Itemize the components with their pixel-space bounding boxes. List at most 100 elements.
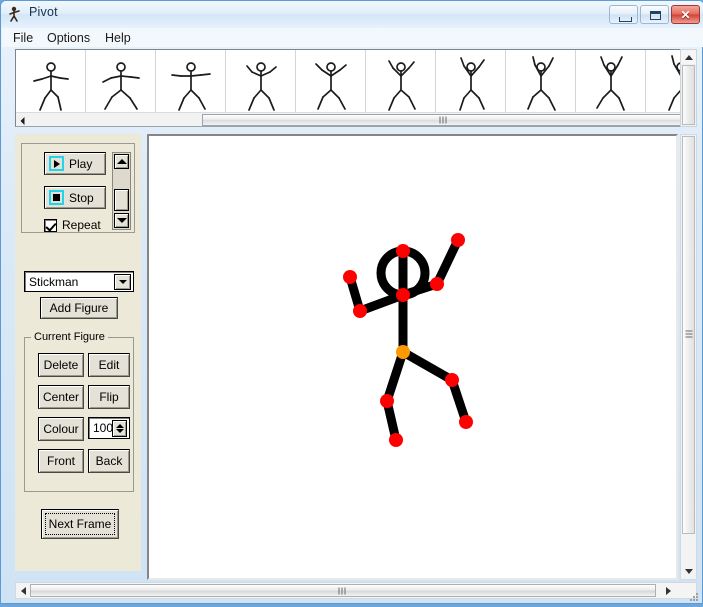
speed-up-button[interactable]: [114, 154, 129, 169]
center-button[interactable]: Center: [38, 385, 84, 409]
frame-thumbnail[interactable]: [156, 50, 226, 112]
figure-type-select[interactable]: Stickman: [24, 271, 134, 292]
maximize-button[interactable]: [640, 5, 669, 24]
thumb-segment: [388, 97, 395, 111]
next-frame-button[interactable]: Next Frame: [41, 509, 119, 539]
thumb-head: [466, 62, 476, 72]
figure-joint-left-hand[interactable]: [343, 270, 357, 284]
current-figure-group-label: Current Figure: [31, 331, 108, 343]
back-button[interactable]: Back: [88, 449, 130, 473]
current-figure-group: Current Figure Delete Edit Center Flip C…: [24, 331, 134, 492]
frame-thumbnail[interactable]: [226, 50, 296, 112]
spinner-down-icon[interactable]: [115, 429, 124, 433]
window-horizontal-scrollbar[interactable]: [15, 582, 697, 599]
figure-joint-left-elbow[interactable]: [353, 304, 367, 318]
thumb-segment: [190, 89, 200, 99]
minimize-button[interactable]: [609, 5, 638, 24]
resize-grip[interactable]: [688, 589, 699, 601]
thumb-segment: [478, 59, 485, 68]
canvas-vertical-scrollbar[interactable]: [680, 134, 697, 580]
stickman-figure[interactable]: [149, 136, 676, 578]
thumb-segment: [200, 73, 211, 76]
close-button[interactable]: ✕: [671, 5, 700, 24]
frame-thumbnail[interactable]: [576, 50, 646, 112]
thumb-segment: [388, 60, 394, 69]
thumb-segment: [408, 96, 416, 110]
figure-segment: [398, 347, 457, 385]
figure-joint-left-foot[interactable]: [389, 433, 403, 447]
frame-thumbnail[interactable]: [16, 50, 86, 112]
menu-bar: File Options Help: [2, 28, 703, 47]
speed-down-button[interactable]: [114, 213, 129, 228]
thumb-segment: [50, 89, 59, 98]
colour-button[interactable]: Colour: [38, 417, 84, 441]
figure-joint-neck[interactable]: [396, 288, 410, 302]
edit-button[interactable]: Edit: [88, 353, 130, 377]
horizontal-scroll-thumb[interactable]: [202, 114, 686, 126]
speed-scrollbar[interactable]: [112, 152, 131, 230]
repeat-label: Repeat: [62, 218, 101, 232]
scroll-left-arrow[interactable]: [17, 114, 29, 126]
frame-strip-vscroll-thumb[interactable]: [682, 65, 695, 125]
thumb-segment: [463, 89, 472, 99]
thumb-segment: [339, 64, 347, 71]
focus-outline: [45, 513, 115, 535]
thumb-segment: [268, 97, 275, 111]
thumb-segment: [33, 78, 43, 82]
spinner-up-icon[interactable]: [115, 424, 124, 428]
scroll-left-arrow[interactable]: [17, 585, 29, 597]
figure-size-spinner[interactable]: 100: [88, 417, 130, 439]
thumb-segment: [596, 97, 604, 109]
figure-joint-left-knee[interactable]: [380, 394, 394, 408]
thumb-segment: [248, 97, 255, 111]
thumb-segment: [171, 74, 182, 77]
speed-thumb[interactable]: [114, 189, 129, 211]
flip-button[interactable]: Flip: [88, 385, 130, 409]
figure-joint-right-elbow[interactable]: [430, 277, 444, 291]
play-button[interactable]: Play: [44, 152, 106, 175]
speed-up-icon: [116, 159, 127, 164]
spinner-buttons[interactable]: [112, 420, 127, 437]
frame-thumbnail[interactable]: [366, 50, 436, 112]
frame-thumbnail[interactable]: [506, 50, 576, 112]
frame-thumbnail[interactable]: [86, 50, 156, 112]
scroll-grip-icon: [439, 116, 449, 124]
canvas-scroll-down-arrow[interactable]: [682, 564, 695, 578]
frame-strip-vscrollbar[interactable]: [680, 49, 697, 127]
figure-joint-right-hand[interactable]: [451, 233, 465, 247]
thumb-segment: [322, 89, 332, 98]
scroll-right-arrow[interactable]: [662, 585, 674, 597]
thumb-segment: [478, 97, 485, 110]
thumb-segment: [532, 56, 536, 66]
menu-item-file[interactable]: File: [8, 30, 38, 46]
animation-canvas[interactable]: [147, 134, 678, 580]
delete-button[interactable]: Delete: [38, 353, 84, 377]
front-button[interactable]: Front: [38, 449, 84, 473]
stop-icon: [49, 190, 64, 205]
frame-thumbnail[interactable]: [296, 50, 366, 112]
scroll-up-arrow[interactable]: [681, 50, 696, 64]
close-icon: ✕: [680, 7, 691, 22]
stop-button[interactable]: Stop: [44, 186, 106, 209]
chevron-down-icon[interactable]: [114, 274, 131, 290]
repeat-checkbox-row[interactable]: Repeat: [44, 218, 101, 232]
speed-down-icon: [116, 218, 127, 223]
repeat-checkbox[interactable]: [44, 218, 57, 232]
frame-strip-hscrollbar[interactable]: [16, 112, 688, 126]
canvas-vscroll-thumb[interactable]: [682, 136, 695, 534]
menu-item-options[interactable]: Options: [42, 30, 95, 46]
frame-thumbnail[interactable]: [436, 50, 506, 112]
thumb-segment: [110, 75, 122, 79]
frame-strip[interactable]: [15, 49, 689, 127]
figure-joint-right-foot[interactable]: [459, 415, 473, 429]
thumb-segment: [610, 89, 620, 99]
thumb-segment: [269, 66, 277, 73]
add-figure-button[interactable]: Add Figure: [40, 297, 118, 319]
thumb-segment: [470, 89, 480, 99]
figure-joint-right-knee[interactable]: [445, 373, 459, 387]
figure-joint-hip[interactable]: [396, 345, 410, 359]
thumb-head: [116, 62, 126, 72]
figure-joint-head-top[interactable]: [396, 244, 410, 258]
window-hscroll-thumb[interactable]: [30, 584, 656, 597]
menu-item-help[interactable]: Help: [100, 30, 136, 46]
